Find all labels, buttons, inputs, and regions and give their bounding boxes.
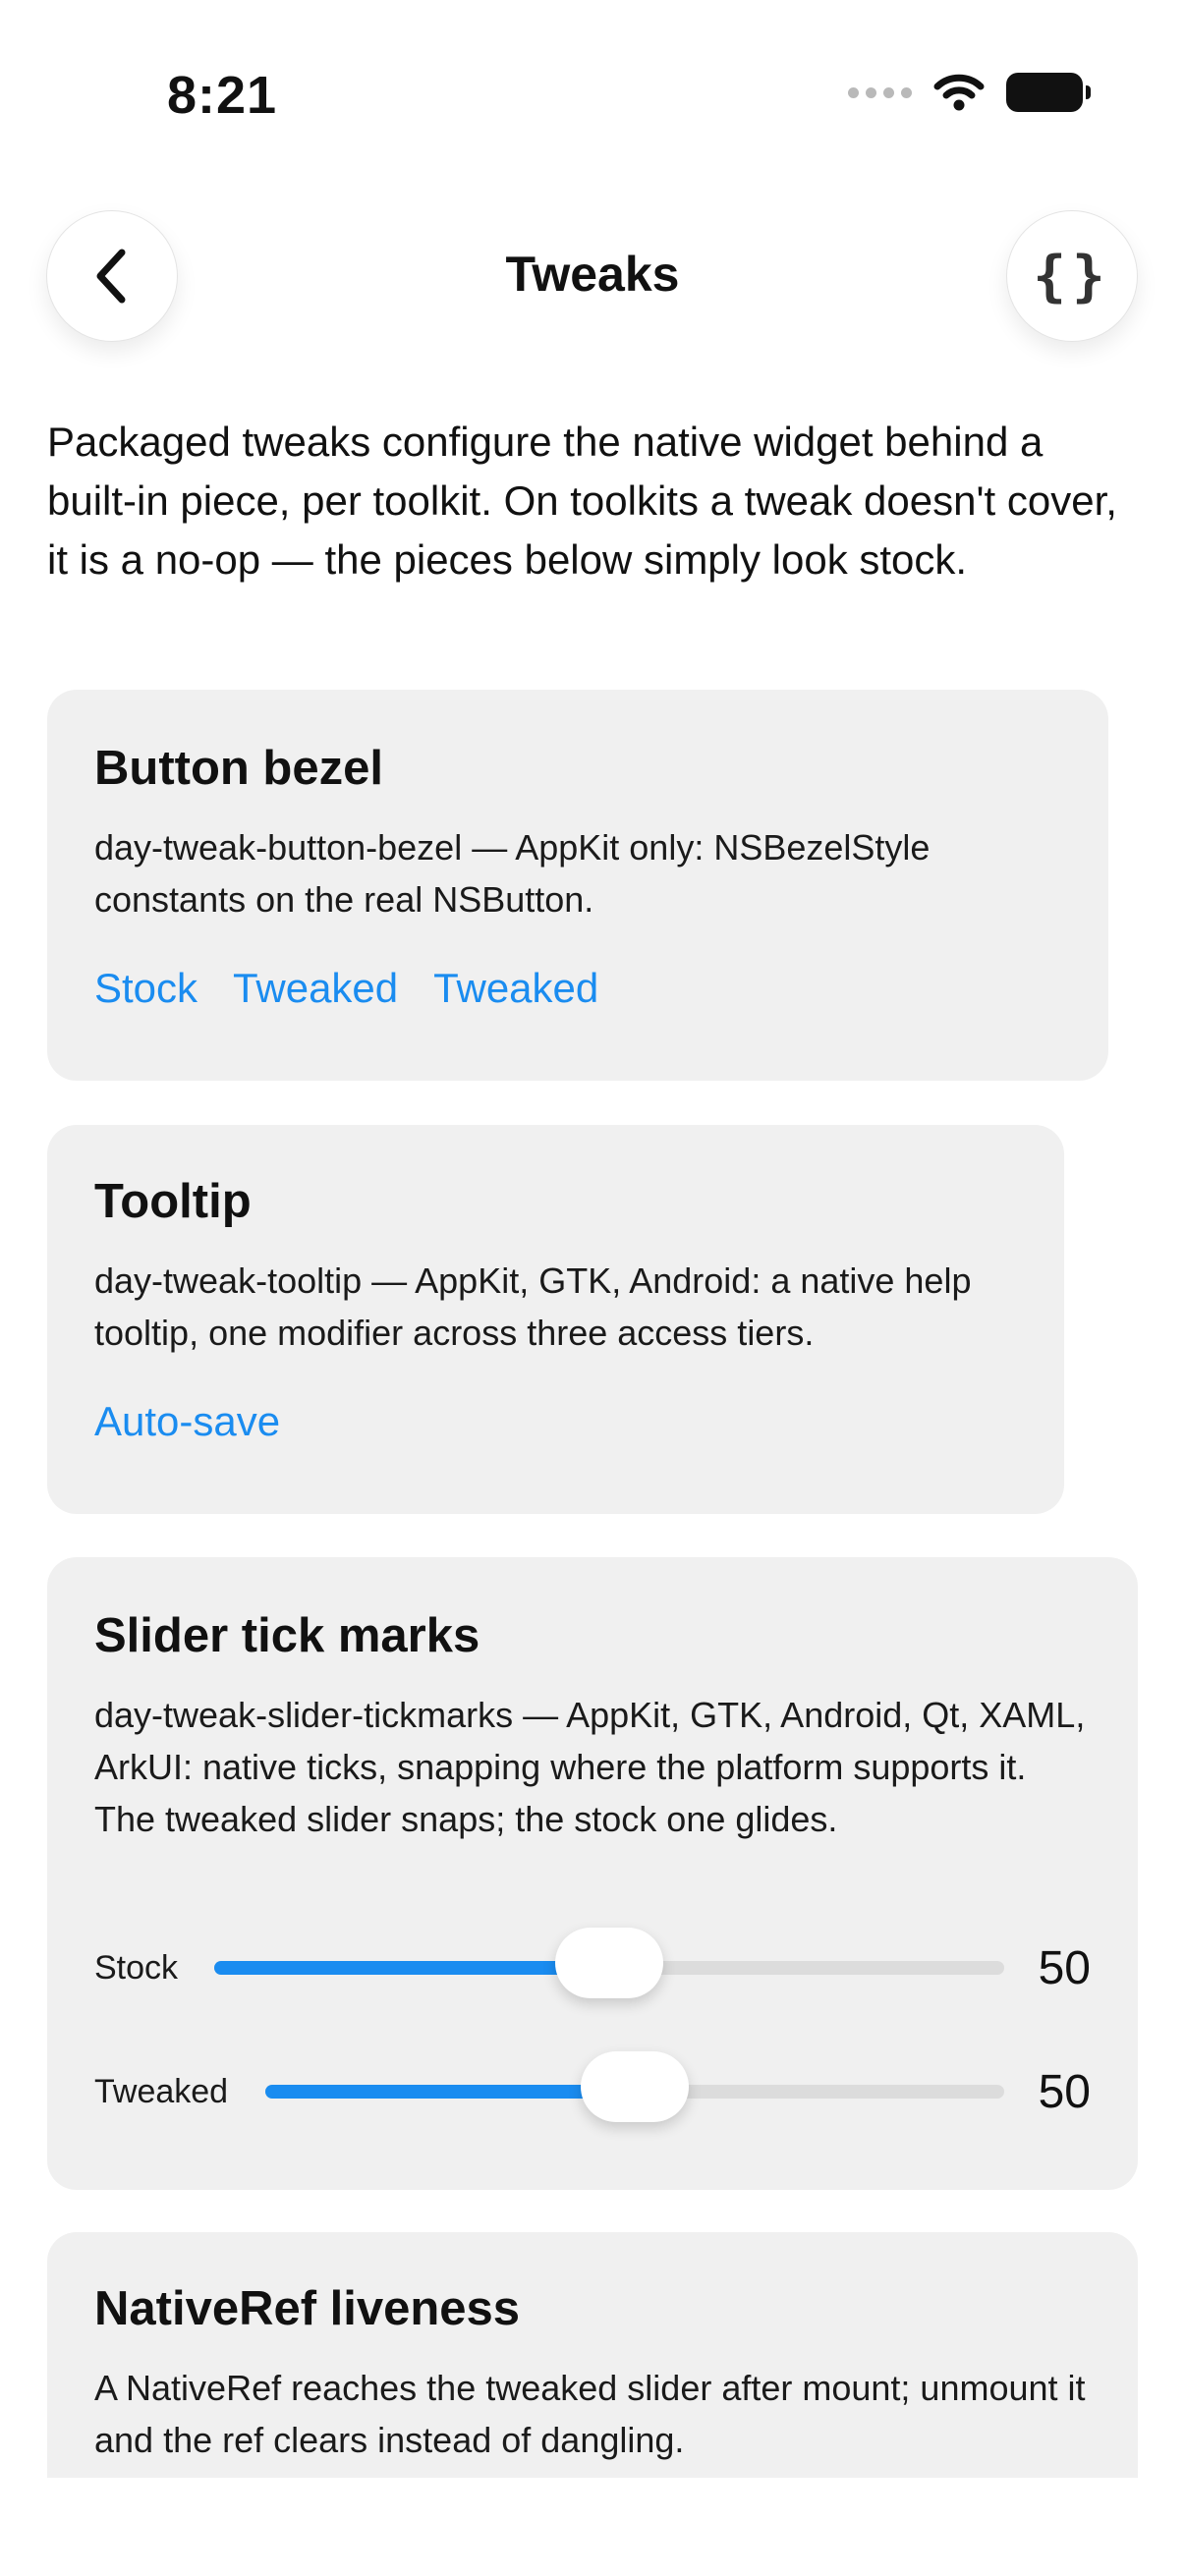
slider-value: 50 bbox=[1038, 2065, 1091, 2118]
slider-label: Stock bbox=[94, 1948, 179, 1987]
wifi-icon bbox=[933, 74, 985, 111]
braces-icon: {} bbox=[1033, 244, 1111, 308]
card-nativeref-liveness: NativeRef liveness A NativeRef reaches t… bbox=[47, 2232, 1138, 2478]
code-button[interactable]: {} bbox=[1006, 210, 1138, 342]
card-description: day-tweak-tooltip — AppKit, GTK, Android… bbox=[94, 1260, 972, 1353]
card-button-bezel: Button bezel day-tweak-button-bezel — Ap… bbox=[47, 690, 1108, 1081]
slider-value: 50 bbox=[1038, 1941, 1091, 1994]
card-title: NativeRef liveness bbox=[94, 2282, 521, 2335]
card-description: day-tweak-slider-tickmarks — AppKit, GTK… bbox=[94, 1695, 1086, 1839]
stock-slider[interactable] bbox=[214, 1928, 1004, 1998]
auto-save-link[interactable]: Auto-save bbox=[94, 1398, 280, 1445]
slider-thumb[interactable] bbox=[555, 1928, 663, 1998]
card-description: day-tweak-button-bezel — AppKit only: NS… bbox=[94, 827, 931, 920]
tweaked-link-2[interactable]: Tweaked bbox=[433, 965, 598, 1012]
slider-label: Tweaked bbox=[94, 2072, 229, 2110]
card-title: Slider tick marks bbox=[94, 1609, 480, 1662]
slider-fill bbox=[265, 2085, 635, 2099]
slider-thumb[interactable] bbox=[581, 2051, 689, 2122]
link-group: Stock Tweaked Tweaked bbox=[94, 965, 598, 1012]
card-title: Button bezel bbox=[94, 742, 383, 795]
content: Packaged tweaks configure the native wid… bbox=[47, 413, 1138, 589]
status-bar: 8:21 bbox=[0, 0, 1185, 196]
intro-text: Packaged tweaks configure the native wid… bbox=[47, 419, 1117, 583]
tweaked-slider[interactable] bbox=[265, 2051, 1004, 2122]
card-slider-tick-marks: Slider tick marks day-tweak-slider-tickm… bbox=[47, 1557, 1138, 2190]
status-icons bbox=[848, 73, 1091, 112]
nav-bar: Tweaks {} bbox=[0, 210, 1185, 344]
link-group: Auto-save bbox=[94, 1398, 280, 1445]
status-time: 8:21 bbox=[167, 66, 278, 125]
battery-icon bbox=[1006, 73, 1091, 112]
stock-link[interactable]: Stock bbox=[94, 965, 198, 1012]
card-description: A NativeRef reaches the tweaked slider a… bbox=[94, 2368, 1086, 2460]
tweaked-link[interactable]: Tweaked bbox=[233, 965, 398, 1012]
signal-dots-icon bbox=[848, 86, 912, 98]
card-title: Tooltip bbox=[94, 1175, 252, 1228]
slider-row-tweaked: Tweaked 50 bbox=[94, 2051, 1091, 2131]
card-tooltip: Tooltip day-tweak-tooltip — AppKit, GTK,… bbox=[47, 1125, 1064, 1514]
slider-row-stock: Stock 50 bbox=[94, 1928, 1091, 2007]
slider-fill bbox=[214, 1961, 609, 1975]
